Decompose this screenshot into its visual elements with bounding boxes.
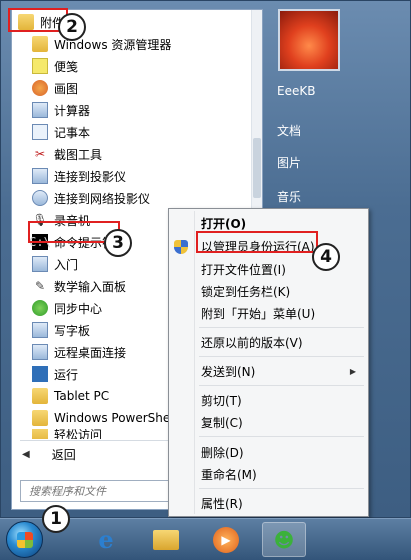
- getting-started-icon: [32, 256, 48, 272]
- right-link-documents[interactable]: 文档: [277, 122, 301, 139]
- menu-item-open-file-location[interactable]: 打开文件位置(I): [201, 259, 366, 279]
- messenger-icon: ☻: [273, 527, 295, 552]
- menu-separator: [199, 436, 364, 437]
- explorer-folder-icon: [153, 529, 179, 550]
- right-link-music[interactable]: 音乐: [277, 188, 301, 205]
- program-item-sticky-notes[interactable]: 便笺: [12, 55, 252, 77]
- folder-icon: [32, 410, 48, 426]
- program-item-network-projector[interactable]: 连接到网络投影仪: [12, 187, 252, 209]
- program-item-notepad[interactable]: 记事本: [12, 121, 252, 143]
- menu-item-delete[interactable]: 删除(D): [201, 442, 366, 462]
- sticky-notes-icon: [32, 58, 48, 74]
- sync-icon: [32, 300, 48, 316]
- program-item-projector[interactable]: 连接到投影仪: [12, 165, 252, 187]
- snipping-tool-icon: ✂: [34, 147, 46, 161]
- submenu-arrow-icon: ▶: [349, 366, 356, 376]
- menu-separator: [199, 385, 364, 386]
- menu-item-rename[interactable]: 重命名(M): [201, 464, 366, 484]
- network-projector-icon: [32, 190, 48, 206]
- menu-separator: [199, 488, 364, 489]
- program-item-snipping-tool[interactable]: ✂ 截图工具: [12, 143, 252, 165]
- windows-flag-icon: [17, 532, 33, 548]
- highlight-run-as-admin: [196, 231, 318, 253]
- notepad-icon: [32, 124, 48, 140]
- wordpad-icon: [32, 322, 48, 338]
- taskbar-media-player-button[interactable]: ▶: [204, 522, 248, 557]
- taskbar-ie-button[interactable]: e: [84, 522, 128, 557]
- calculator-icon: [32, 102, 48, 118]
- taskbar-explorer-button[interactable]: [144, 522, 188, 557]
- menu-item-copy[interactable]: 复制(C): [201, 412, 366, 432]
- step-badge-4: 4: [312, 243, 340, 271]
- program-item-paint[interactable]: 画图: [12, 77, 252, 99]
- menu-separator: [199, 356, 364, 357]
- menu-item-pin-to-taskbar[interactable]: 锁定到任务栏(K): [201, 281, 366, 301]
- menu-item-open[interactable]: 打开(O): [201, 213, 366, 233]
- run-icon: [32, 366, 48, 382]
- menu-item-pin-to-start[interactable]: 附到「开始」菜单(U): [201, 303, 366, 323]
- start-button[interactable]: [6, 521, 43, 558]
- menu-separator: [199, 327, 364, 328]
- menu-item-restore-versions[interactable]: 还原以前的版本(V): [201, 332, 366, 352]
- menu-item-properties[interactable]: 属性(R): [201, 493, 366, 513]
- ie-icon: e: [98, 525, 114, 554]
- menu-item-send-to[interactable]: 发送到(N) ▶: [201, 361, 366, 381]
- back-arrow-icon: ◀: [22, 448, 30, 460]
- media-player-icon: ▶: [213, 526, 239, 553]
- paint-icon: [32, 80, 48, 96]
- program-item-explorer[interactable]: Windows 资源管理器: [12, 33, 252, 55]
- step-badge-2: 2: [58, 13, 86, 41]
- menu-item-cut[interactable]: 剪切(T): [201, 390, 366, 410]
- explorer-icon: [32, 36, 48, 52]
- scrollbar-thumb[interactable]: [253, 138, 261, 198]
- uac-shield-icon: [174, 240, 188, 254]
- step-badge-1: 1: [42, 505, 70, 533]
- right-link-pictures[interactable]: 图片: [277, 154, 301, 171]
- program-item-calculator[interactable]: 计算器: [12, 99, 252, 121]
- folder-icon: [32, 429, 48, 439]
- step-badge-3: 3: [104, 229, 132, 257]
- menu-item-send-to-label: 发送到(N): [201, 364, 256, 379]
- math-input-icon: ✎: [34, 279, 46, 293]
- projector-icon: [32, 168, 48, 184]
- context-menu-gutter: [194, 211, 195, 514]
- folder-icon: [32, 388, 48, 404]
- taskbar-messenger-button[interactable]: ☻: [262, 522, 306, 557]
- right-link-user[interactable]: EeeKB: [277, 84, 315, 98]
- remote-desktop-icon: [32, 344, 48, 360]
- user-picture[interactable]: [278, 9, 340, 71]
